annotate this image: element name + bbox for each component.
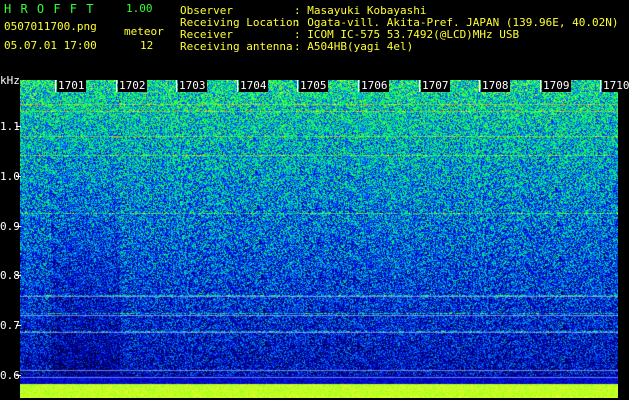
y-axis-label: 0.6 <box>0 369 20 382</box>
time-label: 1703 <box>178 79 207 92</box>
y-axis-tick <box>16 176 21 177</box>
time-marker <box>358 80 359 92</box>
meteor-label: meteor <box>124 25 164 38</box>
app-title: H R O F F T <box>4 2 95 16</box>
time-label: 1705 <box>299 79 328 92</box>
y-axis-tick <box>16 375 21 376</box>
y-axis-tick <box>16 325 21 326</box>
antenna-value: : A504HB(yagi 4el) <box>294 40 414 53</box>
time-label: 1701 <box>57 79 86 92</box>
time-label: 1709 <box>542 79 571 92</box>
app-version: 1.00 <box>126 2 153 15</box>
y-axis-label: 0.9 <box>0 220 20 233</box>
y-axis-tick <box>16 275 21 276</box>
time-label: 1707 <box>421 79 450 92</box>
y-axis-unit: kHz <box>0 74 20 87</box>
time-label: 1706 <box>360 79 389 92</box>
time-label: 1710 <box>602 79 629 92</box>
time-marker <box>540 80 541 92</box>
time-label: 1704 <box>239 79 268 92</box>
time-marker <box>600 80 601 92</box>
y-axis-tick <box>16 226 21 227</box>
antenna-label: Receiving antenna <box>180 40 293 53</box>
time-marker <box>479 80 480 92</box>
date-time: 05.07.01 17:00 <box>4 39 97 52</box>
time-marker <box>176 80 177 92</box>
time-marker <box>116 80 117 92</box>
y-axis-label: 0.7 <box>0 319 20 332</box>
time-marker <box>237 80 238 92</box>
time-label: 1702 <box>118 79 147 92</box>
y-axis-label: 1.0 <box>0 170 20 183</box>
y-axis-tick <box>16 126 21 127</box>
time-marker <box>419 80 420 92</box>
y-axis-label: 1.1 <box>0 120 20 133</box>
file-name: 0507011700.png <box>4 20 97 33</box>
time-label: 1708 <box>481 79 510 92</box>
y-axis-label: 0.8 <box>0 269 20 282</box>
time-marker <box>297 80 298 92</box>
meteor-count: 12 <box>140 39 154 52</box>
time-marker <box>55 80 56 92</box>
spectrogram-display <box>20 80 618 398</box>
